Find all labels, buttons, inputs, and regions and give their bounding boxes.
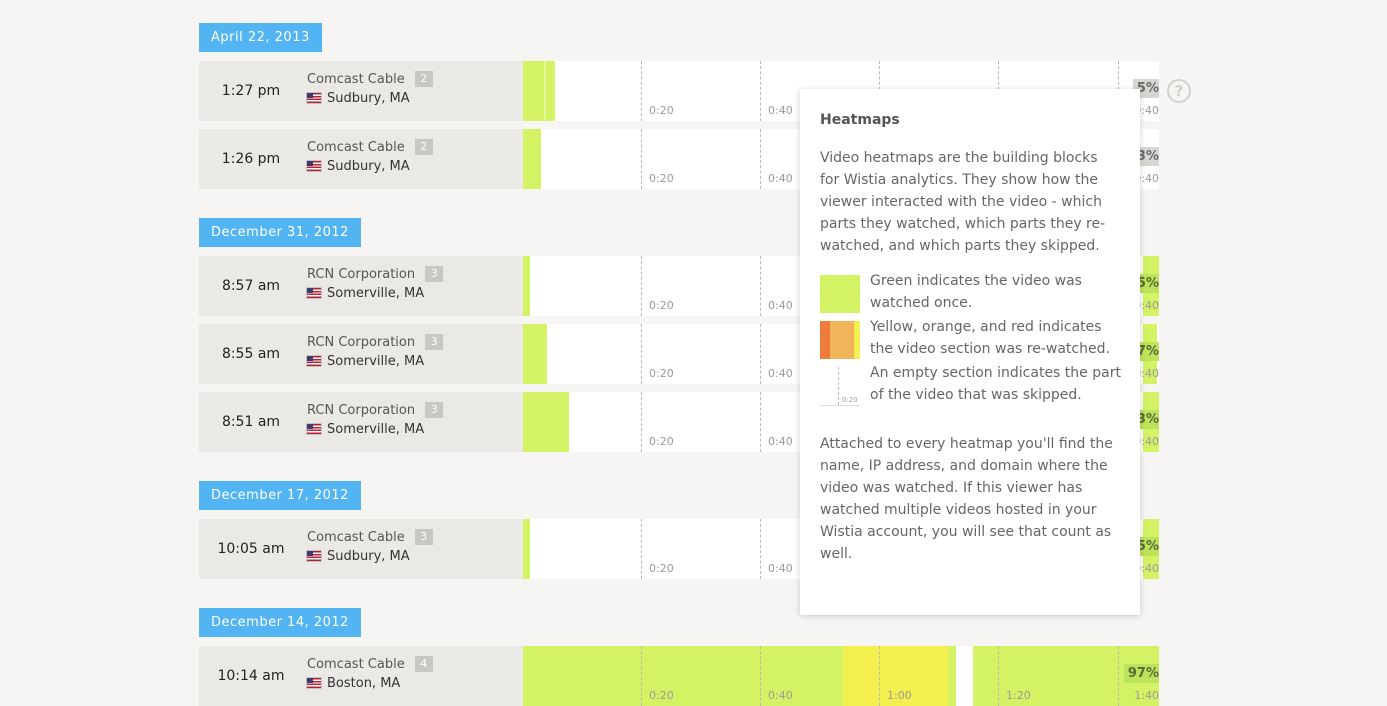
- viewer-org: RCN Corporation 3: [307, 402, 444, 418]
- viewer-location: Boston, MA: [307, 676, 400, 691]
- watched-segment: [523, 129, 541, 189]
- viewer-org: Comcast Cable 4: [307, 656, 433, 672]
- time-tick: 1:20: [998, 646, 1031, 706]
- us-flag-icon: [307, 288, 321, 298]
- date-label: December 31, 2012: [199, 218, 361, 247]
- heatmaps-help-popover: Heatmaps Video heatmaps are the building…: [800, 89, 1140, 615]
- time-tick: 0:40: [760, 256, 793, 316]
- watched-segment: [523, 519, 530, 579]
- viewer-location: Somerville, MA: [307, 286, 424, 301]
- viewer-location: Somerville, MA: [307, 354, 424, 369]
- time-tick: 1:00: [879, 646, 912, 706]
- time-tick: 0:20: [641, 392, 674, 452]
- time-tick: 0:40: [760, 519, 793, 579]
- date-label: December 17, 2012: [199, 481, 361, 510]
- viewer-org: Comcast Cable 3: [307, 529, 433, 545]
- video-count-badge: 3: [425, 334, 444, 350]
- time-tick: 0:20: [641, 519, 674, 579]
- legend-green: Green indicates the video was watched on…: [820, 273, 1120, 317]
- viewer-org: RCN Corporation 3: [307, 334, 444, 350]
- watched-segment: [523, 324, 547, 384]
- us-flag-icon: [307, 424, 321, 434]
- us-flag-icon: [307, 93, 321, 103]
- time-tick: 0:20: [641, 256, 674, 316]
- viewer-org: Comcast Cable 2: [307, 139, 433, 155]
- watched-segment: [523, 61, 555, 121]
- time-tick: 0:20: [641, 61, 674, 121]
- us-flag-icon: [307, 678, 321, 688]
- time-tick: 0:40: [760, 646, 793, 706]
- viewer-location: Somerville, MA: [307, 422, 424, 437]
- empty-swatch-tick: 0:20: [842, 396, 858, 404]
- viewer-org: RCN Corporation 3: [307, 266, 444, 282]
- popover-intro: Video heatmaps are the building blocks f…: [820, 150, 1106, 254]
- us-flag-icon: [307, 356, 321, 366]
- question-circle-icon[interactable]: ?: [1167, 79, 1191, 103]
- time-tick: [1118, 646, 1119, 706]
- watched-segment: [544, 61, 546, 121]
- watched-segment: [523, 392, 569, 452]
- time-tick: 0:20: [641, 324, 674, 384]
- time-tick: 0:40: [760, 61, 793, 121]
- video-count-badge: 2: [414, 71, 433, 87]
- legend-empty: 0:20 An empty section indicates the part…: [820, 365, 1121, 431]
- popover-title: Heatmaps: [820, 112, 900, 128]
- video-count-badge: 3: [425, 266, 444, 282]
- view-time: 10:05 am: [217, 541, 285, 557]
- viewer-location: Sudbury, MA: [307, 159, 410, 174]
- rewatch-swatch: [820, 321, 860, 359]
- video-count-badge: 2: [414, 139, 433, 155]
- view-time: 8:55 am: [221, 346, 281, 362]
- video-count-badge: 4: [414, 656, 433, 672]
- date-label: April 22, 2013: [199, 23, 322, 52]
- viewer-org: Comcast Cable 2: [307, 71, 433, 87]
- watched-segment: [948, 646, 956, 706]
- end-time-tick: 1:40: [1134, 689, 1159, 702]
- viewer-row[interactable]: 10:14 am Comcast Cable 4 Boston, MA 0:20 …: [199, 646, 1159, 706]
- legend-rewatched: Yellow, orange, and red indicates the vi…: [820, 319, 1120, 363]
- time-tick: 0:40: [760, 129, 793, 189]
- viewer-location: Sudbury, MA: [307, 91, 410, 106]
- heatmap[interactable]: 0:20 0:40 1:00 1:20 97% 1:40: [523, 646, 1159, 706]
- time-tick: 0:20: [641, 646, 674, 706]
- video-count-badge: 3: [425, 402, 444, 418]
- us-flag-icon: [307, 551, 321, 561]
- view-time: 1:26 pm: [221, 151, 281, 167]
- empty-swatch: 0:20: [820, 367, 860, 406]
- popover-outro: Attached to every heatmap you'll find th…: [820, 436, 1113, 562]
- date-label: December 14, 2012: [199, 608, 361, 637]
- view-time: 8:57 am: [221, 278, 281, 294]
- viewer-location: Sudbury, MA: [307, 549, 410, 564]
- time-tick: 0:40: [760, 392, 793, 452]
- time-tick: 0:20: [641, 129, 674, 189]
- view-time: 8:51 am: [221, 414, 281, 430]
- time-tick: 0:40: [760, 324, 793, 384]
- video-count-badge: 3: [414, 529, 433, 545]
- percent-watched: 97%: [1123, 664, 1159, 683]
- green-swatch: [820, 275, 860, 313]
- view-time: 1:27 pm: [221, 83, 281, 99]
- view-time: 10:14 am: [217, 668, 285, 684]
- us-flag-icon: [307, 161, 321, 171]
- watched-segment: [523, 646, 843, 706]
- watched-segment: [523, 256, 530, 316]
